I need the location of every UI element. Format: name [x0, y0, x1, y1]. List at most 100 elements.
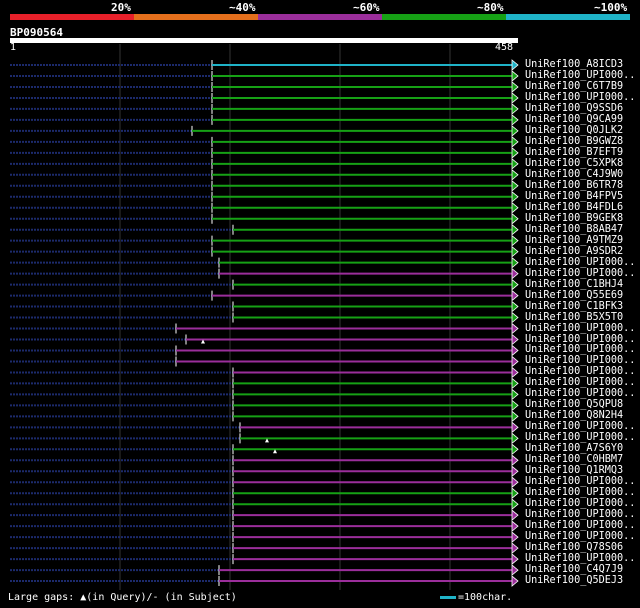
hit-arrow-icon: [511, 59, 519, 71]
hit-label[interactable]: UniRef100_C0HBM7: [525, 454, 623, 465]
hit-label[interactable]: UniRef100_A8ICD3: [525, 59, 623, 70]
hit-row[interactable]: [10, 520, 519, 533]
hit-row[interactable]: [10, 553, 519, 565]
hit-row[interactable]: [10, 344, 519, 357]
hit-row[interactable]: [10, 476, 519, 489]
hit-label[interactable]: UniRef100_Q5QPU8: [525, 399, 623, 410]
hit-label[interactable]: UniRef100_Q9SSD6: [525, 103, 623, 114]
hit-label[interactable]: UniRef100_UPI000..: [525, 487, 635, 498]
hit-row[interactable]: [10, 421, 519, 434]
hit-label[interactable]: UniRef100_Q55E69: [525, 290, 623, 301]
hit-label[interactable]: UniRef100_A7S6Y0: [525, 443, 623, 454]
hit-label[interactable]: UniRef100_C1BHJ4: [525, 279, 623, 290]
hit-row[interactable]: [10, 245, 519, 258]
hit-label[interactable]: UniRef100_B7EFT9: [525, 147, 623, 158]
hit-label[interactable]: UniRef100_UPI000..: [525, 70, 635, 81]
hit-row[interactable]: [10, 311, 519, 324]
hit-label[interactable]: UniRef100_UPI000..: [525, 553, 635, 564]
hit-label[interactable]: UniRef100_UPI000..: [525, 355, 635, 366]
hit-label[interactable]: UniRef100_B8AB47: [525, 224, 623, 235]
hit-label[interactable]: UniRef100_B4FDL6: [525, 202, 623, 213]
hit-row[interactable]: [10, 542, 519, 554]
hit-row[interactable]: [10, 465, 519, 478]
hit-label[interactable]: UniRef100_UPI000..: [525, 257, 635, 268]
hit-label[interactable]: UniRef100_C4J9W0: [525, 169, 623, 180]
hit-label[interactable]: UniRef100_Q5DEJ3: [525, 575, 623, 586]
hit-row[interactable]: [10, 498, 519, 511]
hit-row[interactable]: [10, 114, 519, 126]
hit-row[interactable]: [10, 432, 519, 445]
hit-arrow-icon: [511, 344, 519, 357]
hit-label[interactable]: UniRef100_B4FPV5: [525, 191, 623, 202]
hit-label[interactable]: UniRef100_C1BFK3: [525, 301, 623, 312]
hit-label[interactable]: UniRef100_B9GWZ8: [525, 136, 623, 147]
hit-label[interactable]: UniRef100_UPI000..: [525, 344, 635, 355]
hit-label[interactable]: UniRef100_UPI000..: [525, 388, 635, 399]
hit-row[interactable]: [10, 212, 519, 225]
hit-row[interactable]: [10, 454, 519, 467]
hit-row[interactable]: [10, 564, 519, 576]
hit-label[interactable]: UniRef100_B5X5T0: [525, 312, 623, 323]
hit-label[interactable]: UniRef100_UPI000..: [525, 92, 635, 103]
hit-label[interactable]: UniRef100_A9SDR2: [525, 246, 623, 257]
hit-label[interactable]: UniRef100_UPI000..: [525, 377, 635, 388]
hit-row[interactable]: [10, 179, 519, 192]
hit-label[interactable]: UniRef100_B9GEK8: [525, 213, 623, 224]
hit-row[interactable]: [10, 322, 519, 335]
hit-row[interactable]: [10, 487, 519, 500]
hit-row[interactable]: [10, 223, 519, 236]
hit-arrow-icon: [511, 542, 519, 554]
hit-row[interactable]: [10, 125, 519, 137]
hit-row[interactable]: [10, 300, 519, 313]
hit-row[interactable]: [10, 201, 519, 214]
hit-row[interactable]: [10, 377, 519, 390]
hit-row[interactable]: [10, 70, 519, 82]
hit-label[interactable]: UniRef100_UPI000..: [525, 323, 635, 334]
hit-label[interactable]: UniRef100_Q1RMQ3: [525, 465, 623, 476]
hit-label[interactable]: UniRef100_Q8N2H4: [525, 410, 623, 421]
hit-row[interactable]: [10, 366, 519, 379]
hit-label[interactable]: UniRef100_C4Q7J9: [525, 564, 623, 575]
hit-row[interactable]: [10, 81, 519, 93]
hit-row[interactable]: [10, 146, 519, 159]
hit-row[interactable]: [10, 289, 519, 302]
hit-label[interactable]: UniRef100_UPI000..: [525, 509, 635, 520]
hit-label[interactable]: UniRef100_UPI000..: [525, 421, 635, 432]
hit-arrow-icon: [511, 531, 519, 543]
hit-row[interactable]: [10, 136, 519, 148]
hit-label[interactable]: UniRef100_UPI000..: [525, 268, 635, 279]
hit-label[interactable]: UniRef100_Q78S06: [525, 542, 623, 553]
hit-row[interactable]: [10, 278, 519, 291]
hit-row[interactable]: [10, 333, 519, 346]
hit-row[interactable]: [10, 256, 519, 269]
hit-label[interactable]: UniRef100_UPI000..: [525, 520, 635, 531]
hit-label[interactable]: UniRef100_UPI000..: [525, 366, 635, 377]
hit-row[interactable]: [10, 92, 519, 104]
hit-row[interactable]: [10, 103, 519, 115]
hit-label[interactable]: UniRef100_C5XPK8: [525, 158, 623, 169]
hit-row[interactable]: [10, 443, 519, 456]
hit-row[interactable]: [10, 388, 519, 401]
hit-row[interactable]: [10, 59, 519, 71]
hit-label[interactable]: UniRef100_UPI000..: [525, 531, 635, 542]
hit-row[interactable]: [10, 168, 519, 181]
hit-row[interactable]: [10, 509, 519, 522]
hit-label[interactable]: UniRef100_Q9CA99: [525, 114, 623, 125]
hit-row[interactable]: [10, 575, 519, 587]
hit-label[interactable]: UniRef100_Q0JLK2: [525, 125, 623, 136]
hit-label[interactable]: UniRef100_UPI000..: [525, 334, 635, 345]
hit-label[interactable]: UniRef100_UPI000..: [525, 476, 635, 487]
hit-row[interactable]: [10, 355, 519, 368]
hit-label[interactable]: UniRef100_UPI000..: [525, 432, 635, 443]
hit-label[interactable]: UniRef100_A9TMZ9: [525, 235, 623, 246]
hit-row[interactable]: [10, 234, 519, 247]
hit-row[interactable]: [10, 399, 519, 412]
hit-label[interactable]: UniRef100_C6T7B9: [525, 81, 623, 92]
hit-label[interactable]: UniRef100_B6TR78: [525, 180, 623, 191]
hit-row[interactable]: [10, 531, 519, 543]
hit-row[interactable]: [10, 157, 519, 170]
hit-label[interactable]: UniRef100_UPI000..: [525, 498, 635, 509]
hit-row[interactable]: [10, 410, 519, 423]
hit-row[interactable]: [10, 190, 519, 203]
hit-row[interactable]: [10, 267, 519, 280]
